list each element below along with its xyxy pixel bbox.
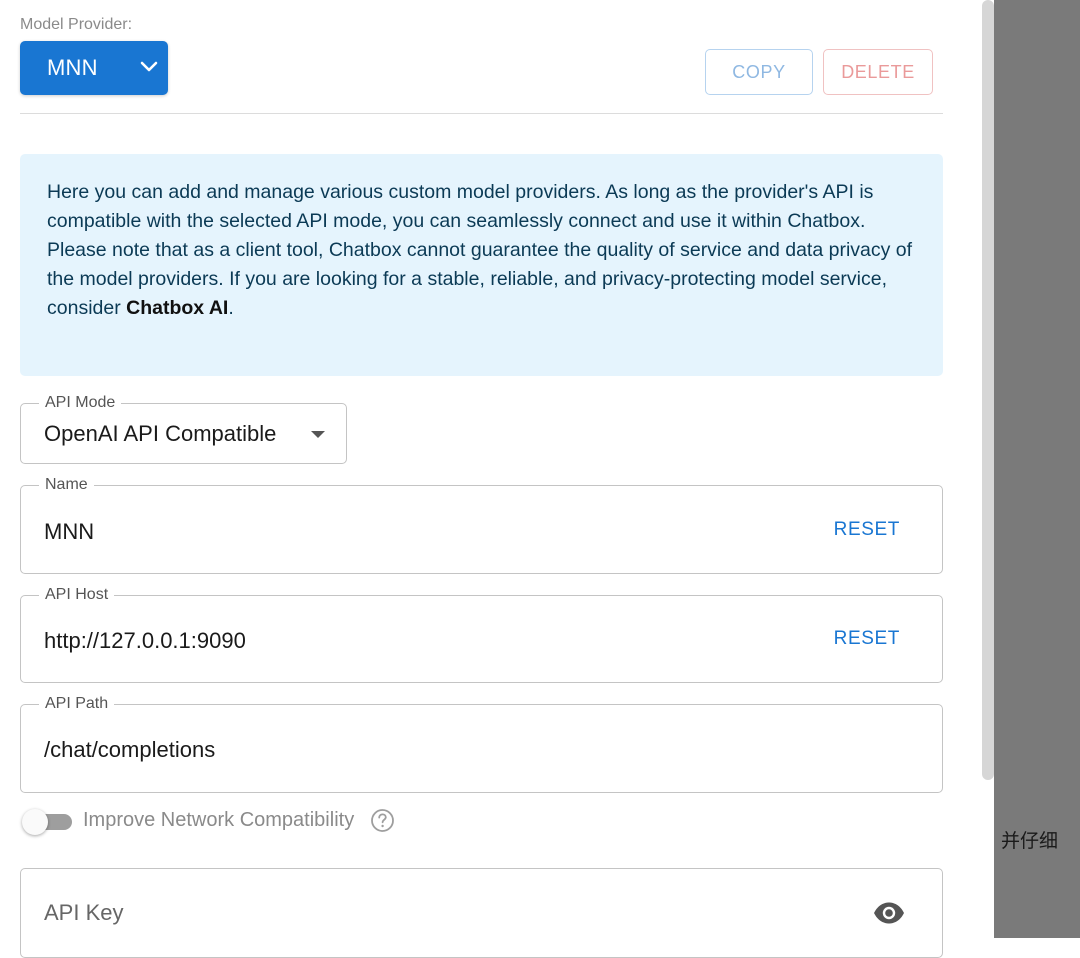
- name-label: Name: [39, 475, 94, 495]
- api-mode-label: API Mode: [39, 393, 122, 413]
- api-path-input[interactable]: /chat/completions: [44, 737, 215, 763]
- info-paragraph-2-end: .: [228, 297, 234, 319]
- toggle-thumb: [22, 809, 48, 835]
- api-mode-value: OpenAI API Compatible: [44, 421, 277, 446]
- name-field[interactable]: Name MNN RESET: [20, 475, 943, 574]
- scrollbar-thumb[interactable]: [982, 0, 994, 780]
- info-paragraph-1: Here you can add and manage various cust…: [47, 181, 874, 232]
- delete-button[interactable]: DELETE: [823, 49, 933, 95]
- api-path-field[interactable]: API Path /chat/completions: [20, 694, 943, 793]
- api-path-label: API Path: [39, 694, 115, 714]
- chatbox-ai-link[interactable]: Chatbox AI: [126, 297, 228, 319]
- name-input[interactable]: MNN: [44, 519, 94, 545]
- eye-icon[interactable]: [873, 902, 905, 924]
- api-host-input[interactable]: http://127.0.0.1:9090: [44, 628, 246, 654]
- network-compatibility-toggle[interactable]: [22, 807, 74, 837]
- copy-button[interactable]: COPY: [705, 49, 813, 95]
- backdrop-overlay[interactable]: ，并仔细: [994, 0, 1080, 938]
- info-paragraph-2: Please note that as a client tool, Chatb…: [47, 236, 916, 323]
- dropdown-arrow-icon: [311, 431, 325, 438]
- api-mode-select[interactable]: API Mode OpenAI API Compatible: [20, 393, 347, 464]
- model-provider-select-button[interactable]: MNN: [20, 41, 168, 95]
- api-host-field[interactable]: API Host http://127.0.0.1:9090 RESET: [20, 585, 943, 683]
- help-circle-icon[interactable]: [370, 808, 395, 833]
- api-host-reset-button[interactable]: RESET: [834, 628, 900, 650]
- network-compatibility-label: Improve Network Compatibility: [83, 809, 355, 831]
- name-reset-button[interactable]: RESET: [834, 519, 900, 541]
- chevron-down-icon: [140, 61, 158, 72]
- background-page-text: ，并仔细: [994, 830, 1059, 852]
- info-alert: Here you can add and manage various cust…: [20, 154, 943, 376]
- model-provider-selected: MNN: [47, 55, 98, 80]
- provider-settings-panel: Model Provider: MNN COPY DELETE Here you…: [0, 0, 980, 958]
- api-key-field[interactable]: API Key: [20, 868, 943, 958]
- divider: [20, 113, 943, 114]
- model-provider-label: Model Provider:: [20, 16, 133, 33]
- api-key-input[interactable]: API Key: [44, 900, 123, 926]
- api-host-label: API Host: [39, 585, 115, 605]
